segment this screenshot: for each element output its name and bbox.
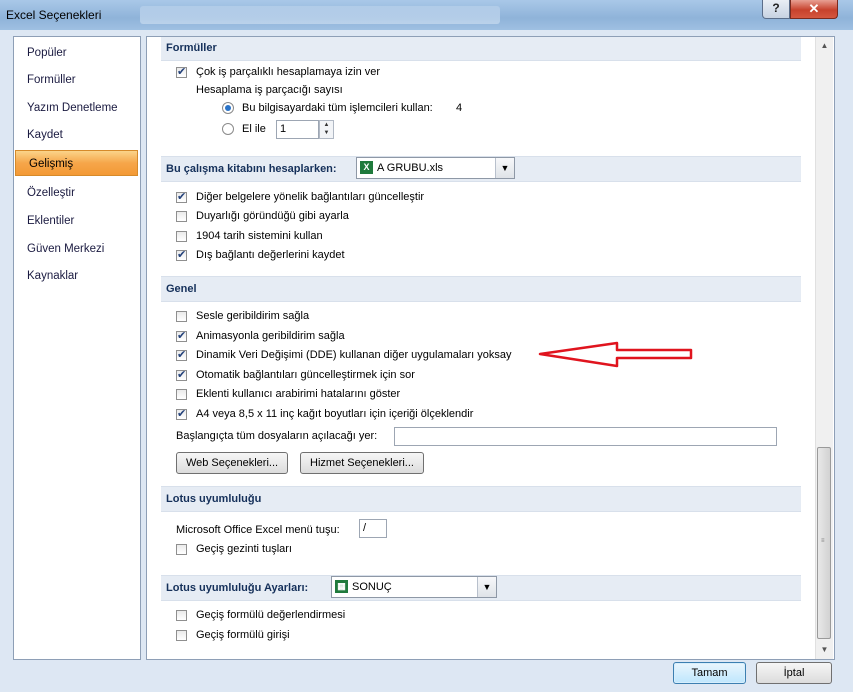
excel-file-icon: X [360, 161, 373, 174]
thread-count-label: Hesaplama iş parçacığı sayısı [196, 84, 343, 96]
date-1904-checkbox[interactable] [176, 231, 187, 242]
all-processors-label: Bu bilgisayardaki tüm işlemcileri kullan… [242, 102, 433, 114]
processor-count: 4 [456, 102, 463, 114]
save-external-values-checkbox[interactable] [176, 248, 187, 261]
startup-folder-input[interactable] [394, 427, 777, 446]
transition-formula-eval-label: Geçiş formülü değerlendirmesi [196, 609, 346, 621]
scroll-down-icon[interactable]: ▼ [816, 641, 833, 658]
sidebar-item-populer[interactable]: Popüler [14, 40, 140, 66]
manual-threads-spinner[interactable]: ▲ ▼ [319, 120, 334, 139]
sound-feedback-label: Sesle geribildirim sağla [196, 310, 310, 322]
addin-errors-checkbox[interactable] [176, 389, 187, 400]
service-options-button[interactable]: Hizmet Seçenekleri... [300, 452, 424, 474]
scale-content-label: A4 veya 8,5 x 11 inç kağıt boyutları içi… [196, 408, 474, 420]
workbook-select[interactable]: X A GRUBU.xls ▼ [356, 157, 515, 179]
transition-nav-checkbox[interactable] [176, 544, 187, 555]
precision-checkbox[interactable] [176, 211, 187, 222]
scroll-up-icon[interactable]: ▲ [816, 37, 833, 54]
sheet-icon: ▦ [335, 580, 348, 593]
section-header-formuller: Formüller [161, 37, 801, 61]
sidebar-item-yazim-denetleme[interactable]: Yazım Denetleme [14, 95, 140, 121]
background-window-blur [140, 6, 500, 24]
manual-threads-input[interactable]: 1 [276, 120, 319, 139]
transition-formula-eval-checkbox[interactable] [176, 610, 187, 621]
multithread-checkbox[interactable] [176, 65, 187, 78]
ask-update-links-checkbox[interactable] [176, 368, 187, 381]
sidebar-item-ozellestir[interactable]: Özelleştir [14, 180, 140, 206]
ok-button[interactable]: Tamam [673, 662, 746, 684]
transition-formula-entry-checkbox[interactable] [176, 630, 187, 641]
web-options-button[interactable]: Web Seçenekleri... [176, 452, 288, 474]
spin-up-icon[interactable]: ▲ [320, 121, 333, 129]
animation-feedback-label: Animasyonla geribildirim sağla [196, 330, 345, 342]
menu-key-input[interactable]: / [359, 519, 387, 538]
sound-feedback-checkbox[interactable] [176, 311, 187, 322]
sidebar-item-gelismis[interactable]: Gelişmiş [15, 150, 138, 176]
sidebar-item-formuller[interactable]: Formüller [14, 67, 140, 93]
window-title: Excel Seçenekleri [6, 8, 102, 22]
grip-icon: ≡ [821, 538, 825, 544]
annotation-arrow [538, 341, 693, 368]
manual-threads-label: El ile [242, 123, 266, 135]
save-external-values-label: Dış bağlantı değerlerini kaydet [196, 249, 345, 261]
ignore-dde-checkbox[interactable] [176, 348, 187, 361]
all-processors-radio[interactable] [222, 102, 234, 114]
ask-update-links-label: Otomatik bağlantıları güncelleştirmek iç… [196, 369, 415, 381]
sidebar-item-guven-merkezi[interactable]: Güven Merkezi [14, 236, 140, 262]
arrow-shape [538, 341, 693, 368]
scroll-thumb[interactable]: ≡ [817, 447, 831, 639]
animation-feedback-checkbox[interactable] [176, 329, 187, 342]
close-button[interactable]: ✕ [790, 0, 838, 19]
cancel-button[interactable]: İptal [756, 662, 832, 684]
chevron-down-icon[interactable]: ▼ [495, 158, 514, 178]
transition-formula-entry-label: Geçiş formülü girişi [196, 629, 290, 641]
ignore-dde-label: Dinamik Veri Değişimi (DDE) kullanan diğ… [196, 349, 512, 361]
update-links-label: Diğer belgelere yönelik bağlantıları gün… [196, 191, 425, 203]
options-panel: Formüller Çok iş parçalıklı hesaplamaya … [146, 36, 835, 660]
precision-label: Duyarlığı göründüğü gibi ayarla [196, 210, 349, 222]
sidebar-item-eklentiler[interactable]: Eklentiler [14, 208, 140, 234]
startup-folder-label: Başlangıçta tüm dosyaların açılacağı yer… [176, 430, 378, 442]
update-links-checkbox[interactable] [176, 190, 187, 203]
title-bar: Excel Seçenekleri ? ✕ [0, 0, 853, 30]
sidebar-item-kaynaklar[interactable]: Kaynaklar [14, 263, 140, 289]
help-button[interactable]: ? [762, 0, 790, 19]
sidebar-item-kaydet[interactable]: Kaydet [14, 122, 140, 148]
transition-nav-label: Geçiş gezinti tuşları [196, 543, 292, 555]
manual-threads-radio[interactable] [222, 123, 234, 135]
sidebar: Popüler Formüller Yazım Denetleme Kaydet… [13, 36, 141, 660]
vertical-scrollbar[interactable]: ▲ ≡ ▼ [815, 37, 833, 659]
section-header-genel: Genel [161, 276, 801, 302]
chevron-down-icon[interactable]: ▼ [477, 577, 496, 597]
menu-key-label: Microsoft Office Excel menü tuşu: [176, 524, 340, 536]
section-header-lotus: Lotus uyumluluğu [161, 486, 801, 512]
sheet-select[interactable]: ▦ SONUÇ ▼ [331, 576, 497, 598]
spin-down-icon[interactable]: ▼ [320, 129, 333, 137]
multithread-label: Çok iş parçalıklı hesaplamaya izin ver [196, 66, 381, 78]
date-1904-label: 1904 tarih sistemini kullan [196, 230, 323, 242]
addin-errors-label: Eklenti kullanıcı arabirimi hatalarını g… [196, 388, 401, 400]
scale-content-checkbox[interactable] [176, 407, 187, 420]
